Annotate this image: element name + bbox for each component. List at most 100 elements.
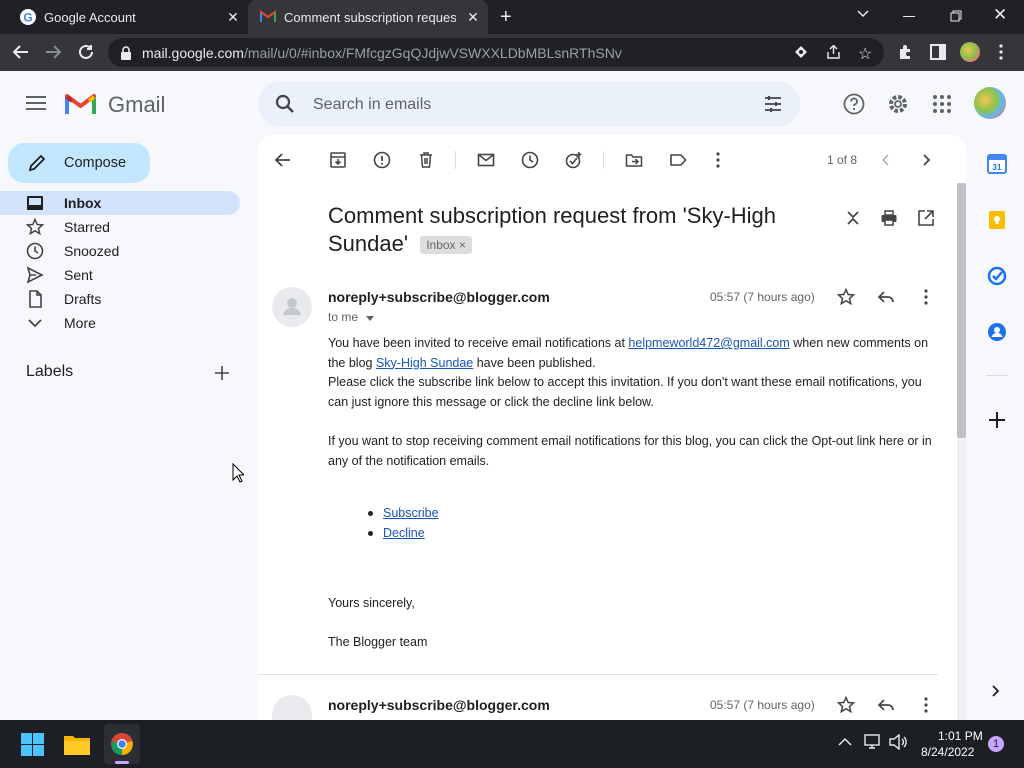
star-icon (26, 218, 44, 236)
settings-gear-icon[interactable] (887, 93, 909, 115)
keep-icon[interactable] (987, 210, 1007, 230)
pencil-icon (28, 154, 46, 172)
clock-time[interactable]: 1:01 PM (938, 729, 983, 743)
extensions-icon[interactable] (897, 43, 915, 61)
nav-item-snoozed[interactable]: Snoozed (0, 239, 240, 263)
nav-item-drafts[interactable]: Drafts (0, 287, 240, 311)
restore-window-icon[interactable] (950, 10, 962, 22)
snooze-clock-icon[interactable] (521, 151, 539, 169)
view-site-info-icon[interactable] (794, 45, 808, 59)
account-avatar[interactable] (974, 87, 1006, 119)
help-icon[interactable] (843, 93, 865, 115)
network-icon[interactable] (864, 734, 882, 750)
address-bar[interactable]: mail.google.com /mail/u/0/#inbox/FMfcgzG… (108, 38, 884, 67)
create-label-plus-icon[interactable] (214, 365, 230, 381)
newer-chevron-left-icon[interactable] (877, 151, 895, 169)
mark-unread-icon[interactable] (477, 151, 495, 169)
file-explorer-icon[interactable] (64, 733, 90, 755)
gmail-logo-icon[interactable] (65, 92, 96, 115)
move-to-icon[interactable] (625, 151, 643, 169)
new-tab-icon[interactable]: + (500, 6, 512, 29)
show-side-panel-chevron-icon[interactable] (990, 684, 1002, 698)
star-message-icon[interactable] (837, 288, 855, 306)
url-host: mail.google.com (142, 44, 244, 61)
chrome-menu-icon[interactable] (999, 44, 1003, 60)
decline-link[interactable]: Decline (383, 526, 425, 540)
side-panel-icon[interactable] (930, 44, 946, 60)
sender-avatar[interactable] (272, 287, 312, 327)
forward-arrow-icon[interactable] (44, 43, 62, 61)
volume-icon[interactable] (889, 734, 907, 750)
scrollbar-track[interactable] (957, 183, 966, 720)
tasks-icon[interactable] (987, 266, 1007, 286)
nav-label: Sent (64, 267, 93, 283)
labels-heading: Labels (26, 363, 74, 380)
search-icon[interactable] (275, 94, 295, 114)
minimize-window-icon[interactable] (903, 16, 915, 17)
next-message-row[interactable]: noreply+subscribe@blogger.com 05:57 (7 h… (258, 695, 957, 720)
reload-icon[interactable] (77, 43, 95, 61)
subscribe-link[interactable]: Subscribe (383, 506, 439, 520)
email-address-link[interactable]: helpmeworld472@gmail.com (628, 336, 789, 350)
body-text: have been published. (473, 355, 596, 370)
close-window-icon[interactable]: ✕ (993, 5, 1007, 25)
scrollbar-thumb[interactable] (957, 183, 966, 438)
tab-search-icon[interactable] (856, 6, 870, 20)
windows-start-icon[interactable] (21, 733, 44, 756)
print-icon[interactable] (880, 209, 898, 227)
tab-google-account[interactable]: G Google Account ✕ (8, 0, 248, 34)
sender-address[interactable]: noreply+subscribe@blogger.com (328, 289, 550, 305)
bookmark-star-icon[interactable]: ☆ (858, 44, 872, 64)
search-bar[interactable]: Search in emails (258, 81, 800, 127)
lock-icon (120, 45, 132, 60)
get-addons-plus-icon[interactable] (988, 411, 1006, 429)
report-spam-icon[interactable] (373, 151, 391, 169)
message-more-options-icon[interactable] (917, 696, 935, 714)
expand-all-icon[interactable] (844, 209, 862, 227)
show-hidden-icons-chevron[interactable] (838, 737, 852, 747)
mouse-cursor-icon (232, 463, 244, 483)
delete-trash-icon[interactable] (417, 151, 435, 169)
nav-item-inbox[interactable]: Inbox (0, 191, 240, 215)
blog-link[interactable]: Sky-High Sundae (376, 356, 473, 370)
message-more-options-icon[interactable] (917, 288, 935, 306)
nav-item-starred[interactable]: Starred (0, 215, 240, 239)
nav-item-sent[interactable]: Sent (0, 263, 240, 287)
chrome-taskbar-icon[interactable] (104, 724, 140, 764)
label-tag-icon[interactable] (669, 151, 687, 169)
message-panel: 1 of 8 Comment subscription request from… (258, 135, 966, 720)
share-icon[interactable] (826, 45, 841, 59)
more-options-icon[interactable] (709, 151, 727, 169)
search-options-icon[interactable] (764, 95, 782, 113)
close-tab-icon[interactable]: ✕ (226, 10, 240, 24)
body-text: You have been invited to receive email n… (328, 336, 629, 350)
gmail-logo-text: Gmail (108, 92, 166, 117)
compose-button[interactable]: Compose (8, 143, 150, 183)
reply-arrow-icon[interactable] (877, 696, 895, 714)
inbox-label-chip[interactable]: Inbox × (420, 236, 472, 255)
star-message-icon[interactable] (837, 696, 855, 714)
open-new-window-icon[interactable] (917, 209, 935, 227)
search-input[interactable]: Search in emails (313, 96, 431, 114)
calendar-icon[interactable]: 31 (987, 154, 1007, 174)
clock-date[interactable]: 8/24/2022 (921, 745, 974, 759)
remove-label-icon[interactable]: × (459, 238, 466, 252)
contacts-icon[interactable] (987, 322, 1007, 342)
back-to-inbox-icon[interactable] (274, 151, 292, 169)
add-to-tasks-icon[interactable] (565, 151, 583, 169)
profile-avatar-icon[interactable] (960, 42, 980, 62)
older-chevron-right-icon[interactable] (917, 151, 935, 169)
nav-item-more[interactable]: More (0, 311, 240, 335)
recipient-line[interactable]: to me (328, 310, 375, 324)
close-tab-icon[interactable]: ✕ (466, 10, 480, 24)
reply-arrow-icon[interactable] (877, 288, 895, 306)
details-dropdown-icon[interactable] (365, 314, 375, 322)
email-timestamp: 05:57 (7 hours ago) (710, 290, 815, 304)
main-menu-icon[interactable] (26, 95, 46, 111)
back-arrow-icon[interactable] (12, 43, 30, 61)
google-apps-icon[interactable] (933, 95, 951, 113)
recipient-text: to me (328, 310, 359, 324)
tab-gmail-message[interactable]: Comment subscription request fr ✕ (248, 0, 488, 34)
notification-badge[interactable]: 1 (988, 736, 1004, 752)
archive-icon[interactable] (329, 151, 347, 169)
